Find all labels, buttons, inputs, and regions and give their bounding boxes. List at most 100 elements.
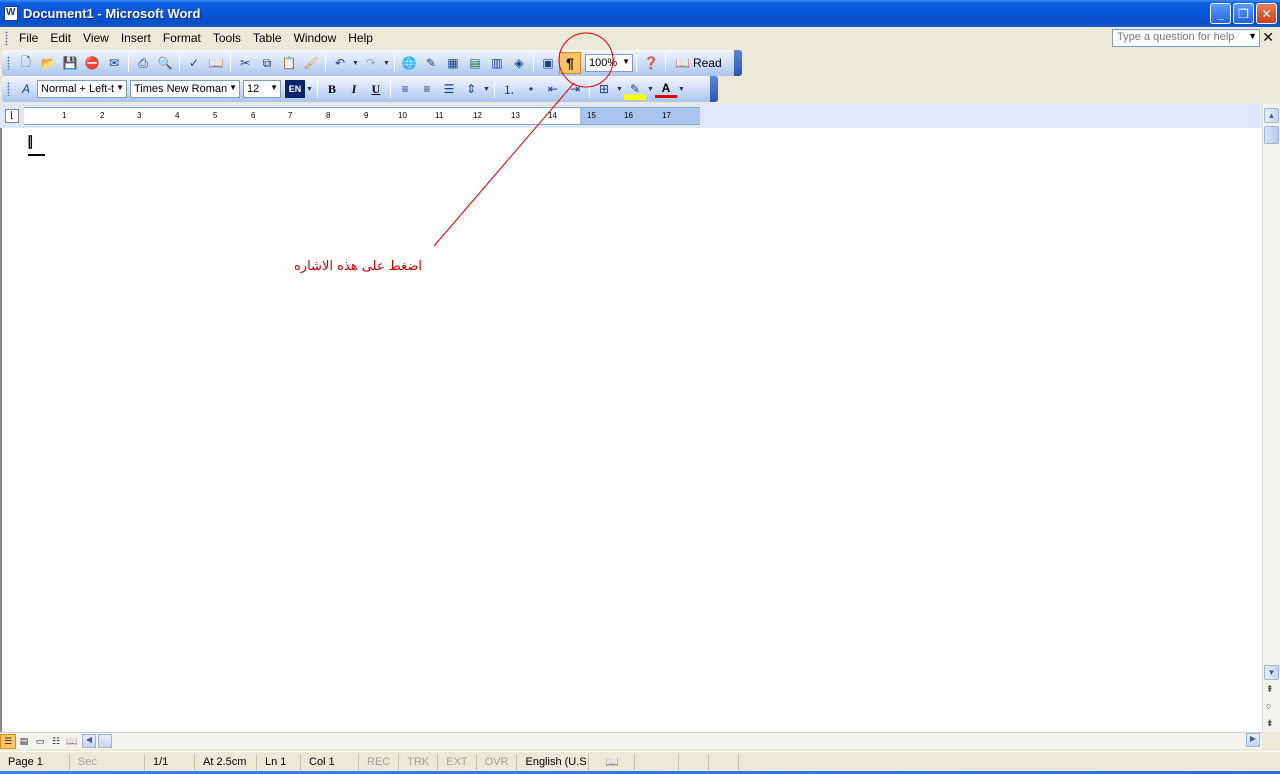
menu-table[interactable]: Table [247, 29, 288, 47]
undo-dropdown-icon[interactable]: ▼ [351, 60, 360, 67]
web-layout-icon[interactable]: ▤ [16, 734, 32, 749]
print-icon[interactable]: ⎙ [132, 52, 154, 74]
close-button[interactable]: ✕ [1256, 3, 1277, 24]
status-language[interactable]: English (U.S [517, 753, 590, 770]
redo-dropdown-icon[interactable]: ▼ [382, 60, 391, 67]
restore-button[interactable]: ❐ [1233, 3, 1254, 24]
email-icon[interactable]: ✉ [103, 52, 125, 74]
chevron-down-icon[interactable]: ▼ [229, 83, 237, 92]
menu-edit[interactable]: Edit [44, 29, 77, 47]
status-ext[interactable]: EXT [438, 753, 477, 770]
chevron-down-icon[interactable]: ▼ [116, 83, 124, 92]
open-folder-icon[interactable]: 📂 [37, 52, 59, 74]
outline-view-icon[interactable]: ☷ [48, 734, 64, 749]
increase-indent-icon[interactable]: ⇥ [564, 78, 586, 100]
help-search-input[interactable]: Type a question for help ▼ [1112, 29, 1260, 47]
permission-icon[interactable]: ⛔ [81, 52, 103, 74]
font-size-combo[interactable]: 12 ▼ [243, 80, 281, 98]
bold-button[interactable]: B [321, 78, 343, 100]
menu-format[interactable]: Format [157, 29, 207, 47]
document-close-icon[interactable]: ✕ [1262, 29, 1274, 46]
vertical-scroll-thumb[interactable] [1264, 126, 1279, 144]
scroll-up-icon[interactable]: ▲ [1264, 108, 1279, 123]
drawing-icon[interactable]: ◈ [508, 52, 530, 74]
minimize-button[interactable]: _ [1210, 3, 1231, 24]
read-button[interactable]: 📖 Read [669, 56, 728, 70]
print-layout-icon[interactable]: ▭ [32, 734, 48, 749]
select-browse-object-icon[interactable]: ○ [1266, 701, 1271, 711]
menu-tools[interactable]: Tools [207, 29, 247, 47]
toolbar-options-icon[interactable] [710, 76, 718, 102]
hyperlink-icon[interactable]: 🌐 [398, 52, 420, 74]
menu-help[interactable]: Help [342, 29, 379, 47]
font-combo[interactable]: Times New Roman ▼ [130, 80, 240, 98]
print-preview-icon[interactable]: 🔍 [154, 52, 176, 74]
toolbar-options-icon[interactable] [734, 50, 742, 76]
tab-selector[interactable]: ⌊ [5, 109, 19, 123]
horizontal-scroll-thumb[interactable] [98, 734, 112, 748]
align-left-icon[interactable]: ≡ [394, 78, 416, 100]
menu-view[interactable]: View [77, 29, 115, 47]
toolbar-grip[interactable] [7, 56, 10, 70]
language-dropdown-icon[interactable]: ▼ [305, 86, 314, 93]
scroll-down-icon[interactable]: ▼ [1264, 665, 1279, 680]
format-painter-icon[interactable]: 🖌 [300, 52, 322, 74]
tables-borders-icon[interactable]: ✎ [420, 52, 442, 74]
paste-icon[interactable]: 📋 [278, 52, 300, 74]
status-ovr[interactable]: OVR [477, 753, 518, 770]
toolbar-grip[interactable] [7, 82, 10, 96]
font-color-button[interactable]: A [655, 80, 677, 98]
menu-insert[interactable]: Insert [115, 29, 157, 47]
vertical-scrollbar[interactable]: ▲ ▼ ⇞ ○ ⇟ [1262, 104, 1280, 732]
menu-window[interactable]: Window [288, 29, 343, 47]
help-icon[interactable]: ❓ [640, 52, 662, 74]
scroll-left-icon[interactable]: ◀ [82, 734, 96, 748]
word-app-icon[interactable] [4, 6, 18, 21]
undo-icon[interactable]: ↶ [329, 52, 351, 74]
borders-icon[interactable]: ⊞ [593, 78, 615, 100]
redo-icon[interactable]: ↷ [360, 52, 382, 74]
style-combo[interactable]: Normal + Left-t ▼ [37, 80, 127, 98]
spelling-icon[interactable]: ✓ [183, 52, 205, 74]
next-page-icon[interactable]: ⇟ [1266, 718, 1274, 729]
font-color-dropdown-icon[interactable]: ▼ [677, 86, 686, 93]
line-spacing-icon[interactable]: ⇕ [460, 78, 482, 100]
justify-icon[interactable]: ☰ [438, 78, 460, 100]
bullets-icon[interactable]: • [520, 78, 542, 100]
cut-icon[interactable]: ✂ [234, 52, 256, 74]
reading-layout-icon[interactable]: 📖 [64, 734, 80, 749]
document-area[interactable]: ⫿ اضغط على هذه الاشاره [0, 128, 1262, 732]
highlight-dropdown-icon[interactable]: ▼ [646, 86, 655, 93]
decrease-indent-icon[interactable]: ⇤ [542, 78, 564, 100]
menu-file[interactable]: File [13, 29, 44, 47]
research-icon[interactable]: 📖 [205, 52, 227, 74]
status-trk[interactable]: TRK [399, 753, 439, 770]
show-hide-button[interactable]: ¶ [559, 52, 581, 74]
line-spacing-dropdown-icon[interactable]: ▼ [482, 86, 491, 93]
menu-grip[interactable] [5, 31, 8, 45]
highlight-icon[interactable]: ✎ [624, 78, 646, 100]
save-icon[interactable]: 💾 [59, 52, 81, 74]
copy-icon[interactable]: ⧉ [256, 52, 278, 74]
align-right-icon[interactable]: ≡ [416, 78, 438, 100]
spelling-status-icon[interactable]: 📖 [589, 753, 636, 770]
horizontal-ruler[interactable]: 1 2 3 4 5 6 7 8 9 10 11 12 13 14 15 16 1… [24, 107, 700, 125]
zoom-combo[interactable]: 100% ▼ [585, 54, 633, 72]
chevron-down-icon[interactable]: ▼ [1248, 31, 1257, 41]
chevron-down-icon[interactable]: ▼ [270, 83, 278, 92]
underline-button[interactable]: U [365, 78, 387, 100]
insert-excel-icon[interactable]: ▤ [464, 52, 486, 74]
status-rec[interactable]: REC [359, 753, 400, 770]
numbering-icon[interactable]: ⒈ [498, 78, 520, 100]
borders-dropdown-icon[interactable]: ▼ [615, 86, 624, 93]
columns-icon[interactable]: ▥ [486, 52, 508, 74]
chevron-down-icon[interactable]: ▼ [622, 57, 630, 66]
scroll-right-icon[interactable]: ▶ [1246, 733, 1260, 747]
language-badge[interactable]: EN [285, 80, 305, 98]
new-document-icon[interactable]: 🗋 [15, 52, 37, 74]
insert-table-icon[interactable]: ▦ [442, 52, 464, 74]
italic-button[interactable]: I [343, 78, 365, 100]
previous-page-icon[interactable]: ⇞ [1266, 684, 1274, 695]
styles-formatting-icon[interactable]: A [15, 78, 37, 100]
normal-view-icon[interactable]: ☰ [0, 733, 16, 749]
